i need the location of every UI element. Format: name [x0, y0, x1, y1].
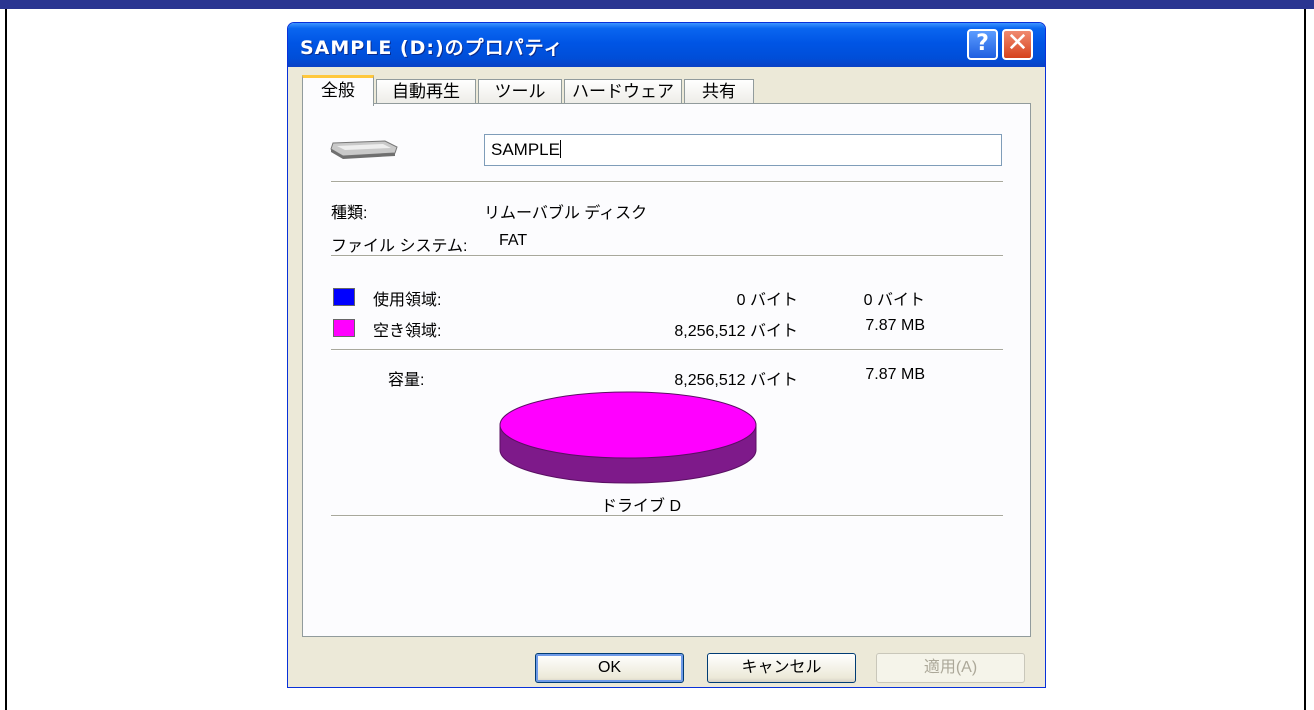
used-space-swatch	[333, 288, 355, 306]
free-space-swatch	[333, 319, 355, 337]
used-space-size: 0 バイト	[863, 292, 925, 309]
close-button[interactable]: ✕	[1002, 29, 1033, 60]
tab-autoplay[interactable]: 自動再生	[376, 79, 476, 105]
top-border-bar	[0, 0, 1314, 9]
volume-label-input[interactable]: SAMPLE	[484, 134, 1002, 166]
separator	[331, 181, 1003, 183]
help-icon: ?	[976, 31, 989, 56]
volume-label-text: SAMPLE	[491, 140, 560, 159]
free-space-size: 7.87 MB	[865, 317, 925, 334]
free-space-bytes: 8,256,512 バイト	[674, 323, 798, 340]
close-icon: ✕	[1006, 28, 1029, 58]
disk-usage-pie	[499, 391, 757, 484]
tab-general[interactable]: 全般	[302, 75, 374, 106]
filesystem-label: ファイル システム:	[331, 238, 468, 255]
removable-drive-icon	[330, 140, 398, 159]
separator	[331, 515, 1003, 517]
help-button[interactable]: ?	[967, 29, 998, 60]
separator	[331, 255, 1003, 257]
window-title: SAMPLE (D:)のプロパティ	[300, 37, 564, 59]
separator	[331, 349, 1003, 351]
cancel-button[interactable]: キャンセル	[707, 653, 856, 683]
apply-button[interactable]: 適用(A)	[876, 653, 1025, 683]
used-space-label: 使用領域:	[373, 292, 442, 309]
ok-button[interactable]: OK	[535, 653, 684, 683]
free-space-label: 空き領域:	[373, 323, 442, 340]
drive-caption: ドライブ D	[601, 498, 682, 515]
filesystem-value: FAT	[499, 232, 528, 249]
type-label: 種類:	[331, 205, 368, 222]
capacity-label: 容量:	[388, 372, 425, 389]
title-bar[interactable]: SAMPLE (D:)のプロパティ ? ✕	[288, 23, 1045, 67]
tab-hardware[interactable]: ハードウェア	[564, 79, 682, 105]
general-tab-panel: SAMPLE 種類: リムーバブル ディスク ファイル システム: FAT 使用…	[302, 103, 1031, 637]
type-value: リムーバブル ディスク	[484, 205, 648, 222]
capacity-size: 7.87 MB	[865, 366, 925, 383]
properties-dialog: SAMPLE (D:)のプロパティ ? ✕ 全般 自動再生 ツール ハードウェア…	[287, 22, 1046, 688]
text-caret	[559, 140, 561, 158]
used-space-bytes: 0 バイト	[736, 292, 798, 309]
tab-sharing[interactable]: 共有	[684, 79, 754, 105]
tab-tools[interactable]: ツール	[478, 79, 562, 105]
